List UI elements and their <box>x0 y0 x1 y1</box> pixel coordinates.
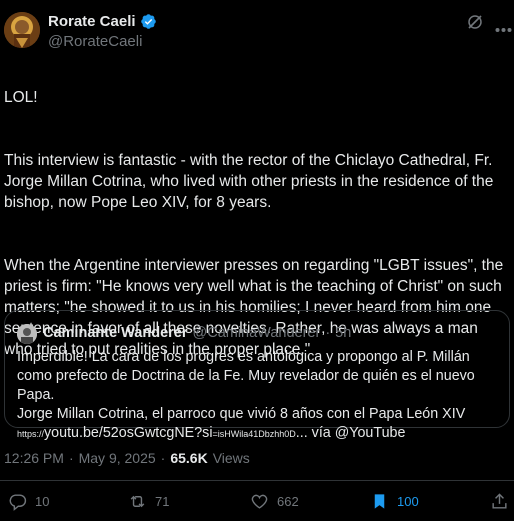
reply-button[interactable]: 10 <box>8 492 49 511</box>
quoted-link-line: https://youtu.be/52osGwtcgNE?si=isHWila4… <box>17 424 507 444</box>
like-button[interactable]: 662 <box>250 492 299 511</box>
link-main[interactable]: youtu.be/52osGwtcgNE?si <box>44 425 212 441</box>
tweet-time[interactable]: 12:26 PM <box>4 450 64 466</box>
repost-count: 71 <box>155 494 170 509</box>
quoted-timestamp[interactable]: 5h <box>335 325 351 341</box>
quoted-handle[interactable]: @CaminaWanderer <box>193 325 321 341</box>
separator-dot: · <box>160 450 166 466</box>
bookmark-button[interactable]: 100 <box>370 492 419 511</box>
reply-icon <box>9 494 27 511</box>
separator-dot: · <box>68 450 74 466</box>
quoted-author-avatar[interactable] <box>17 324 37 344</box>
tweet-date[interactable]: May 9, 2025 <box>79 450 156 466</box>
heart-icon <box>251 494 268 509</box>
like-count: 662 <box>277 494 299 509</box>
repost-icon <box>130 495 145 508</box>
action-bar: 10 71 662 100 <box>0 490 514 516</box>
quoted-paragraph: Imperdible! La cara de los progres es an… <box>17 349 475 403</box>
author-display-name[interactable]: Rorate Caeli <box>48 13 136 30</box>
verified-badge-icon[interactable] <box>140 13 157 30</box>
tweet-header: Rorate Caeli @RorateCaeli <box>0 0 514 56</box>
link-prefix[interactable]: https:// <box>17 429 44 439</box>
tweet-paragraph: LOL! <box>4 89 38 106</box>
quoted-tweet[interactable]: Caminante Wanderer @CaminaWanderer · 5h … <box>4 310 510 441</box>
bookmark-count: 100 <box>397 494 419 509</box>
divider <box>0 480 514 481</box>
grok-icon[interactable] <box>466 13 484 31</box>
tweet-paragraph: This interview is fantastic - with the r… <box>4 152 494 211</box>
share-button[interactable] <box>490 492 509 511</box>
views-label: Views <box>212 450 250 466</box>
quoted-display-name[interactable]: Caminante Wanderer <box>43 325 188 341</box>
author-handle[interactable]: @RorateCaeli <box>48 33 142 50</box>
separator-dot: · <box>325 325 331 341</box>
link-tail[interactable]: =isHWila41Dbzhh0D <box>213 429 296 439</box>
author-avatar[interactable] <box>4 12 40 48</box>
views-count[interactable]: 65.6K <box>170 450 207 466</box>
link-suffix: ... vía @YouTube <box>295 425 406 441</box>
share-icon <box>492 493 507 509</box>
reply-count: 10 <box>35 494 50 509</box>
more-options-icon[interactable] <box>495 20 512 32</box>
bookmark-icon <box>374 494 385 509</box>
quoted-video-title: Jorge Millan Cotrina, el parroco que viv… <box>17 406 466 422</box>
tweet-meta: 12:26 PM · May 9, 2025 · 65.6K Views <box>4 450 250 466</box>
repost-button[interactable]: 71 <box>128 492 169 511</box>
quoted-text: Imperdible! La cara de los progres es an… <box>17 348 507 444</box>
